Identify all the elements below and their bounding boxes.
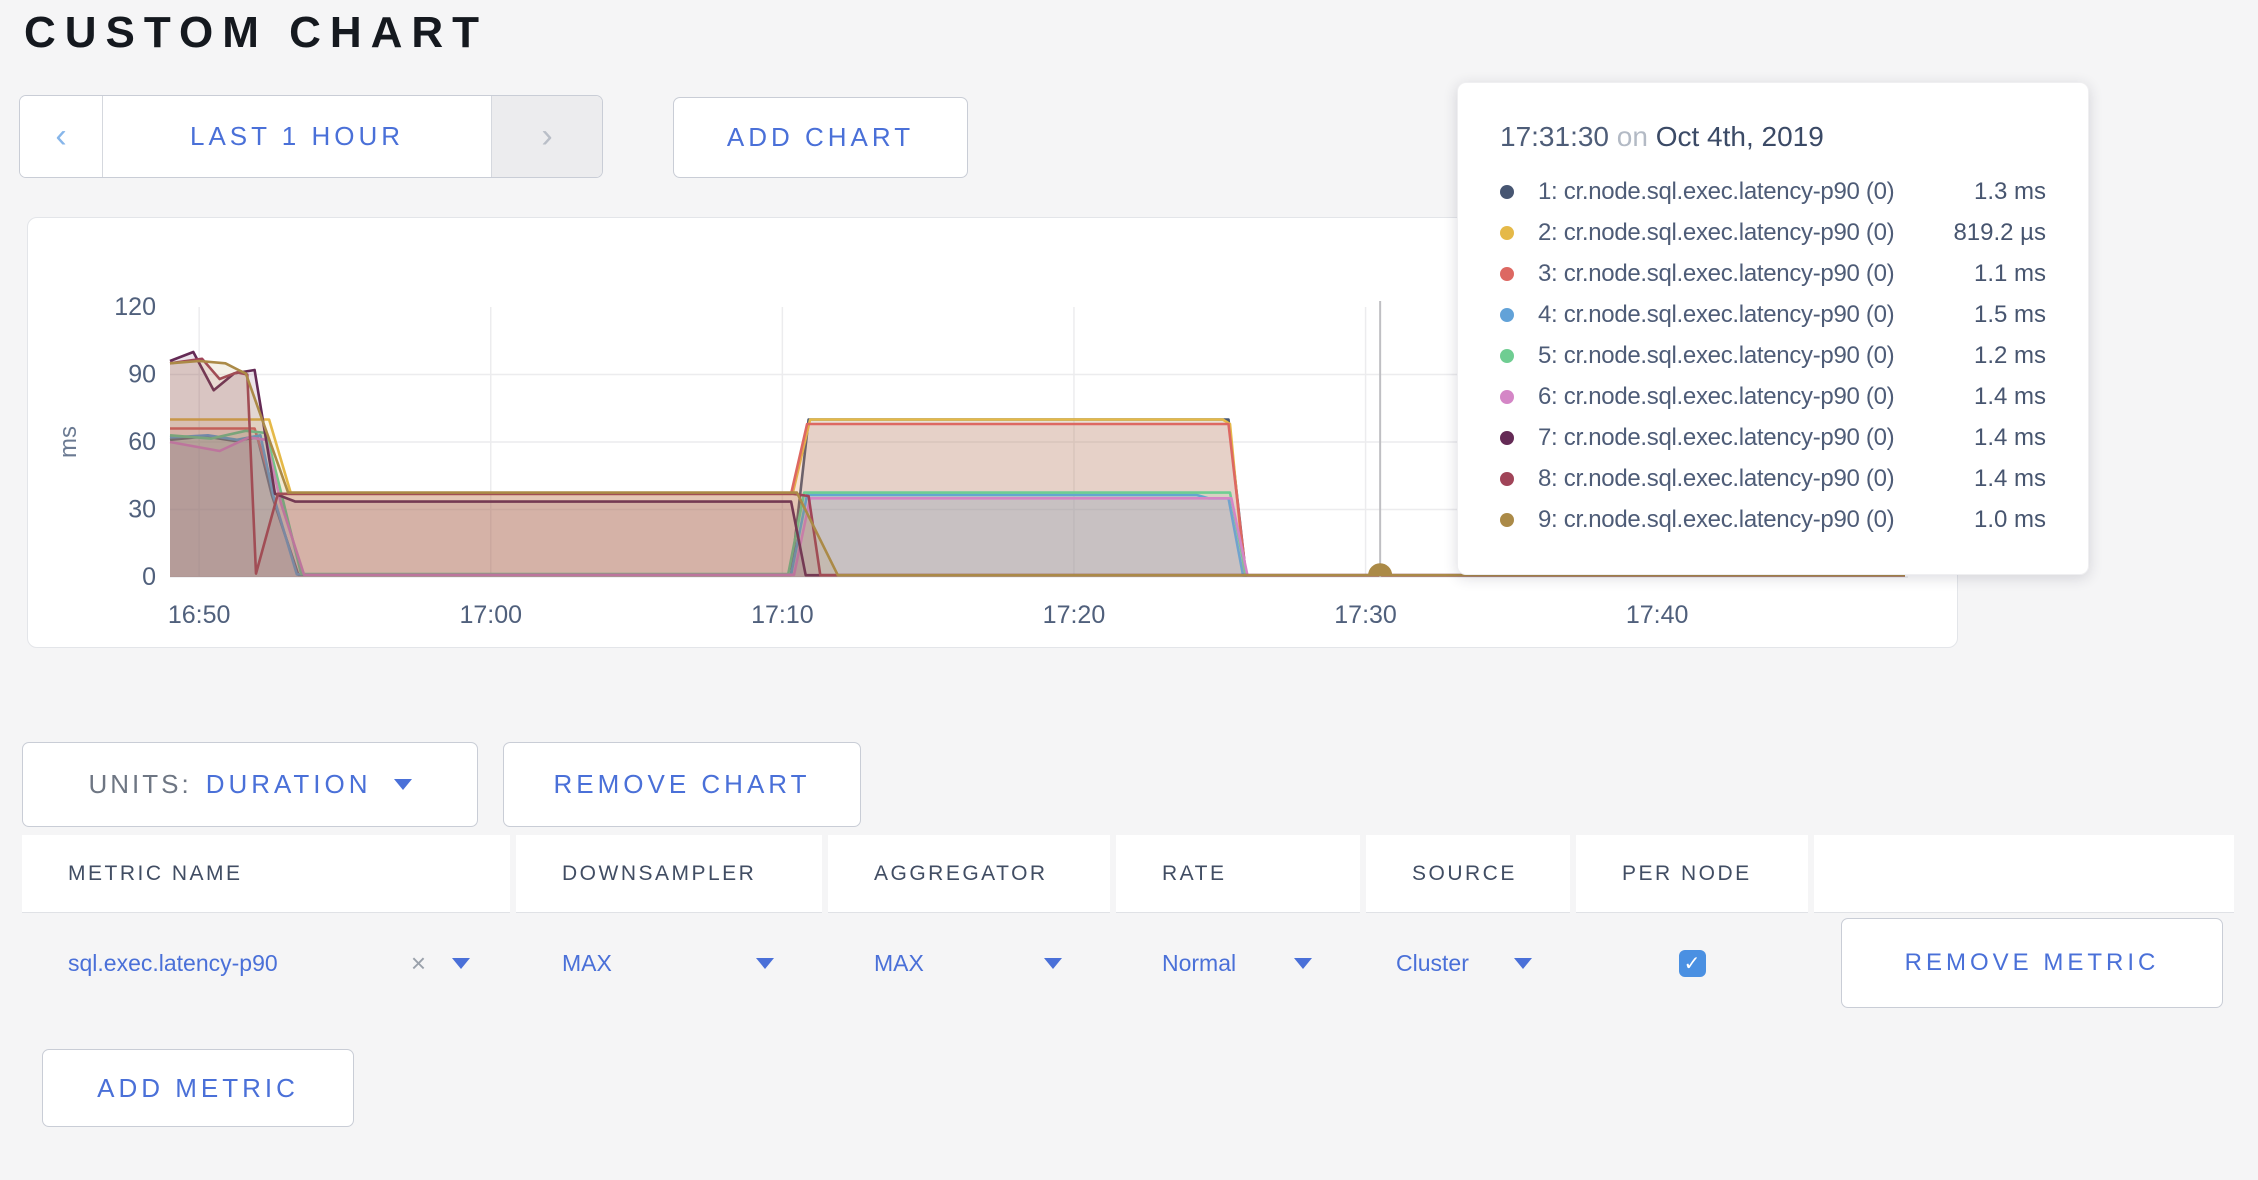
time-prev-button[interactable]: ‹	[20, 96, 103, 177]
series-value: 1.5 ms	[1974, 301, 2046, 329]
series-name: 1: cr.node.sql.exec.latency-p90 (0)	[1538, 178, 1894, 206]
series-color-dot	[1500, 267, 1514, 281]
series-color-dot	[1500, 349, 1514, 363]
svg-text:16:50: 16:50	[168, 601, 231, 629]
tooltip-series-row: 7: cr.node.sql.exec.latency-p90 (0) 1.4 m…	[1500, 417, 2046, 458]
chart-hover-tooltip: 17:31:30 on Oct 4th, 2019 1: cr.node.sql…	[1457, 82, 2089, 575]
metric-name-value[interactable]: sql.exec.latency-p90	[68, 950, 278, 977]
series-color-dot	[1500, 308, 1514, 322]
column-header-downsampler: DOWNSAMPLER	[516, 835, 822, 913]
tooltip-header: 17:31:30 on Oct 4th, 2019	[1500, 121, 2046, 153]
svg-text:60: 60	[128, 428, 156, 456]
series-value: 1.3 ms	[1974, 178, 2046, 206]
series-value: 819.2 µs	[1953, 219, 2046, 247]
downsampler-value: MAX	[562, 950, 612, 977]
column-header-metric-name: METRIC NAME	[22, 835, 510, 913]
chevron-down-icon	[1514, 958, 1532, 969]
tooltip-series-row: 8: cr.node.sql.exec.latency-p90 (0) 1.4 m…	[1500, 458, 2046, 499]
series-name: 3: cr.node.sql.exec.latency-p90 (0)	[1538, 260, 1894, 288]
column-header-empty	[1814, 835, 2234, 913]
per-node-cell: ✓	[1576, 913, 1808, 1013]
chevron-down-icon	[756, 958, 774, 969]
time-range-selector: ‹ LAST 1 HOUR ›	[19, 95, 603, 178]
svg-text:17:40: 17:40	[1626, 601, 1689, 629]
series-color-dot	[1500, 226, 1514, 240]
chevron-down-icon	[394, 779, 412, 790]
aggregator-value: MAX	[874, 950, 924, 977]
metrics-table: METRIC NAMEDOWNSAMPLERAGGREGATORRATESOUR…	[22, 835, 2234, 1013]
svg-text:17:10: 17:10	[751, 601, 814, 629]
tooltip-series-row: 5: cr.node.sql.exec.latency-p90 (0) 1.2 m…	[1500, 335, 2046, 376]
column-header-source: SOURCE	[1366, 835, 1570, 913]
series-value: 1.4 ms	[1974, 383, 2046, 411]
metric-name-cell[interactable]: sql.exec.latency-p90 ×	[22, 913, 510, 1013]
series-value: 1.4 ms	[1974, 424, 2046, 452]
series-name: 7: cr.node.sql.exec.latency-p90 (0)	[1538, 424, 1894, 452]
metrics-table-header: METRIC NAMEDOWNSAMPLERAGGREGATORRATESOUR…	[22, 835, 2234, 913]
source-value: Cluster	[1396, 950, 1469, 977]
series-name: 4: cr.node.sql.exec.latency-p90 (0)	[1538, 301, 1894, 329]
source-dropdown[interactable]: Cluster	[1366, 913, 1570, 1013]
tooltip-series-row: 2: cr.node.sql.exec.latency-p90 (0) 819.2…	[1500, 212, 2046, 253]
svg-text:0: 0	[142, 563, 156, 591]
svg-text:17:20: 17:20	[1043, 601, 1106, 629]
units-label: UNITS:	[88, 769, 191, 800]
add-metric-button[interactable]: ADD METRIC	[42, 1049, 354, 1127]
series-name: 8: cr.node.sql.exec.latency-p90 (0)	[1538, 465, 1894, 493]
series-value: 1.4 ms	[1974, 465, 2046, 493]
chevron-down-icon[interactable]	[452, 958, 470, 969]
y-axis-unit-label: ms	[55, 426, 82, 458]
tooltip-series-row: 9: cr.node.sql.exec.latency-p90 (0) 1.0 m…	[1500, 499, 2046, 540]
rate-value: Normal	[1162, 950, 1236, 977]
tooltip-on-word: on	[1617, 121, 1656, 152]
page-title: CUSTOM CHART	[24, 8, 488, 58]
series-color-dot	[1500, 431, 1514, 445]
svg-text:90: 90	[128, 361, 156, 389]
column-header-rate: RATE	[1116, 835, 1360, 913]
series-name: 6: cr.node.sql.exec.latency-p90 (0)	[1538, 383, 1894, 411]
series-color-dot	[1500, 390, 1514, 404]
column-header-aggregator: AGGREGATOR	[828, 835, 1110, 913]
tooltip-date: Oct 4th, 2019	[1656, 121, 1824, 152]
series-color-dot	[1500, 472, 1514, 486]
time-range-label-button[interactable]: LAST 1 HOUR	[103, 96, 492, 177]
chevron-right-icon: ›	[541, 117, 552, 156]
remove-chart-button[interactable]: REMOVE CHART	[503, 742, 861, 827]
metric-actions-cell: REMOVE METRIC	[1814, 913, 2234, 1013]
time-next-button[interactable]: ›	[492, 96, 602, 177]
aggregator-dropdown[interactable]: MAX	[828, 913, 1110, 1013]
units-value: DURATION	[206, 769, 372, 800]
tooltip-series-row: 4: cr.node.sql.exec.latency-p90 (0) 1.5 m…	[1500, 294, 2046, 335]
remove-metric-x-icon[interactable]: ×	[411, 948, 426, 979]
svg-text:17:30: 17:30	[1334, 601, 1397, 629]
chevron-left-icon: ‹	[55, 117, 66, 156]
svg-text:120: 120	[114, 293, 156, 321]
series-name: 2: cr.node.sql.exec.latency-p90 (0)	[1538, 219, 1894, 247]
series-value: 1.1 ms	[1974, 260, 2046, 288]
tooltip-series-row: 3: cr.node.sql.exec.latency-p90 (0) 1.1 m…	[1500, 253, 2046, 294]
add-chart-button[interactable]: ADD CHART	[673, 97, 968, 178]
svg-text:30: 30	[128, 496, 156, 524]
series-value: 1.2 ms	[1974, 342, 2046, 370]
downsampler-dropdown[interactable]: MAX	[516, 913, 822, 1013]
chevron-down-icon	[1044, 958, 1062, 969]
remove-metric-button[interactable]: REMOVE METRIC	[1841, 918, 2223, 1008]
svg-text:17:00: 17:00	[459, 601, 522, 629]
tooltip-time: 17:31:30	[1500, 121, 1609, 152]
tooltip-series-row: 1: cr.node.sql.exec.latency-p90 (0) 1.3 m…	[1500, 171, 2046, 212]
tooltip-series-row: 6: cr.node.sql.exec.latency-p90 (0) 1.4 m…	[1500, 376, 2046, 417]
series-value: 1.0 ms	[1974, 506, 2046, 534]
units-dropdown[interactable]: UNITS: DURATION	[22, 742, 478, 827]
column-header-per-node: PER NODE	[1576, 835, 1808, 913]
per-node-checkbox[interactable]: ✓	[1679, 950, 1706, 977]
metric-row: sql.exec.latency-p90 × MAX MAX Normal Cl…	[22, 913, 2234, 1013]
chevron-down-icon	[1294, 958, 1312, 969]
series-name: 5: cr.node.sql.exec.latency-p90 (0)	[1538, 342, 1894, 370]
series-color-dot	[1500, 185, 1514, 199]
series-name: 9: cr.node.sql.exec.latency-p90 (0)	[1538, 506, 1894, 534]
series-color-dot	[1500, 513, 1514, 527]
rate-dropdown[interactable]: Normal	[1116, 913, 1360, 1013]
